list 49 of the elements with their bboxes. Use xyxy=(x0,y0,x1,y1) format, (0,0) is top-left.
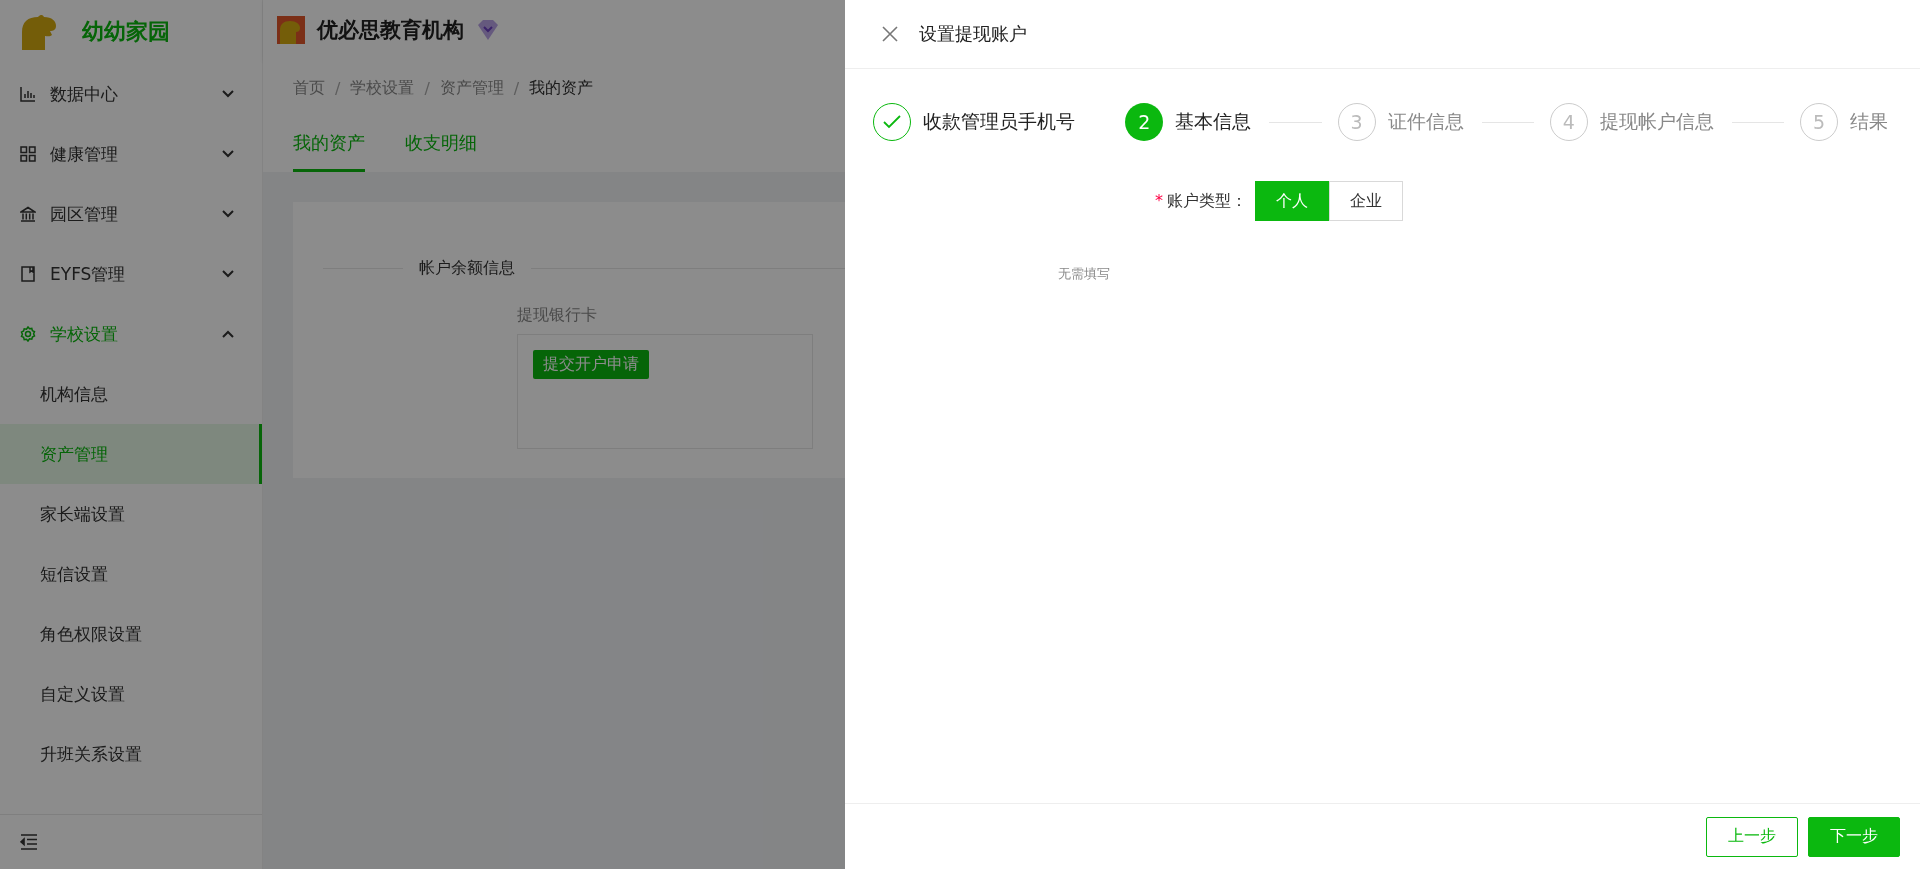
menu-item[interactable]: EYFS管理 xyxy=(0,244,262,304)
step-label: 证件信息 xyxy=(1387,109,1464,134)
hint-text: 无需填写 xyxy=(1058,265,1111,283)
submenu-item[interactable]: 短信设置 xyxy=(0,544,262,604)
submenu-item[interactable]: 家长端设置 xyxy=(0,484,262,544)
breadcrumb-link[interactable]: 学校设置 xyxy=(350,78,415,99)
vip-badge-icon xyxy=(476,19,500,41)
drawer-title: 设置提现账户 xyxy=(919,22,1027,46)
breadcrumb-link[interactable]: 首页 xyxy=(293,78,325,99)
breadcrumb-separator: / xyxy=(335,79,341,98)
submenu-item[interactable]: 自定义设置 xyxy=(0,664,262,724)
account-type-option[interactable]: 企业 xyxy=(1329,181,1403,221)
chevron-down-icon xyxy=(222,90,234,98)
breadcrumb-link[interactable]: 资产管理 xyxy=(439,78,504,99)
step-label: 基本信息 xyxy=(1175,109,1252,134)
account-type-option[interactable]: 个人 xyxy=(1255,181,1329,221)
bank-icon xyxy=(20,206,36,222)
menu-item[interactable]: 数据中心 xyxy=(0,64,262,124)
chevron-down-icon xyxy=(222,270,234,278)
breadcrumb-separator: / xyxy=(424,79,430,98)
step-label: 提现帐户信息 xyxy=(1599,109,1714,134)
menu-item[interactable]: 园区管理 xyxy=(0,184,262,244)
brand-name: 幼幼家园 xyxy=(82,18,170,46)
section-title: 帐户余额信息 xyxy=(419,258,515,279)
collapse-menu-icon[interactable] xyxy=(20,834,38,850)
step-label: 收款管理员手机号 xyxy=(923,109,1075,134)
chevron-down-icon xyxy=(222,150,234,158)
submenu-item[interactable]: 升班关系设置 xyxy=(0,724,262,784)
bar-chart-icon xyxy=(20,86,36,102)
check-icon xyxy=(883,115,901,129)
form-label: * 账户类型： xyxy=(1155,190,1247,212)
settings-icon xyxy=(20,326,36,342)
chevron-up-icon xyxy=(222,330,234,338)
submenu-item[interactable]: 角色权限设置 xyxy=(0,604,262,664)
step-label: 结果 xyxy=(1850,109,1888,134)
next-step-button[interactable]: 下一步 xyxy=(1808,816,1900,857)
close-icon[interactable] xyxy=(881,25,899,43)
field-label: 提现银行卡 xyxy=(517,305,598,326)
book-icon xyxy=(20,266,36,282)
mascot-logo xyxy=(277,16,305,44)
menu-item[interactable]: 健康管理 xyxy=(0,124,262,184)
breadcrumb-separator: / xyxy=(513,79,520,98)
grid-icon xyxy=(20,146,36,162)
chevron-down-icon xyxy=(222,210,234,218)
previous-step-button[interactable]: 上一步 xyxy=(1706,816,1798,857)
organization-name: 优必思教育机构 xyxy=(317,17,464,44)
required-mark: * xyxy=(1155,190,1163,210)
submenu-item[interactable]: 机构信息 xyxy=(0,364,262,424)
step-indicator: 2 xyxy=(1125,103,1164,141)
